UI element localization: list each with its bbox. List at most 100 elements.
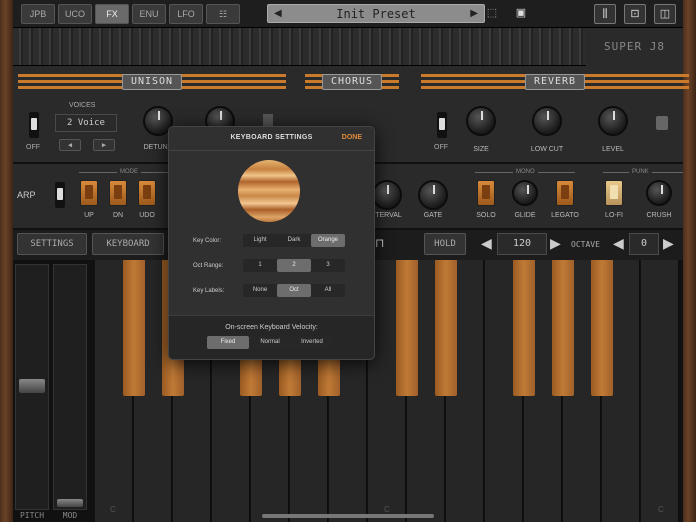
velocity-segmented: Fixed Normal Inverted — [207, 336, 333, 349]
key-labels-oct[interactable]: Oct — [277, 284, 311, 297]
keyboard-settings-modal: KEYBOARD SETTINGS DONE Key Color: Light … — [168, 126, 375, 360]
arp-toggle[interactable] — [55, 182, 65, 208]
reverb-level-knob[interactable] — [598, 106, 628, 136]
lofi-label: LO-FI — [605, 212, 623, 219]
voices-down-button[interactable]: ◀ — [59, 139, 81, 151]
velocity-fixed[interactable]: Fixed — [207, 336, 249, 349]
preset-next-icon[interactable]: ▶ — [470, 8, 478, 19]
jupiter-planet-image — [238, 160, 300, 222]
black-key[interactable] — [513, 260, 535, 396]
hold-button[interactable]: HOLD — [424, 233, 466, 255]
key-color-light[interactable]: Light — [243, 234, 277, 247]
solo-label: SOLO — [476, 212, 496, 219]
tempo-display[interactable]: 120 — [497, 233, 547, 255]
oct-range-segmented: 1 2 3 — [243, 259, 345, 272]
mod-wheel[interactable] — [53, 264, 87, 510]
tab-jpb[interactable]: JPB — [21, 4, 55, 24]
c-label: C — [384, 505, 390, 514]
window-icon[interactable]: ◫ — [654, 4, 676, 24]
lofi-button[interactable] — [605, 180, 623, 206]
reverb-lowcut-label: LOW CUT — [530, 146, 564, 153]
sustain-icon[interactable]: ⊓ — [375, 236, 384, 250]
octave-up-icon[interactable]: ▶ — [663, 235, 674, 252]
home-indicator — [262, 514, 434, 518]
oct-range-label: Oct Range: — [193, 263, 224, 269]
mixer-icon[interactable]: ⫼ — [594, 4, 616, 24]
reverb-title: REVERB — [524, 74, 586, 90]
reverb-lowcut-knob[interactable] — [532, 106, 562, 136]
ribbon-strip[interactable] — [13, 28, 586, 66]
oct-range-3[interactable]: 3 — [311, 259, 345, 272]
save-icon[interactable]: ▣ — [510, 4, 532, 24]
arp-up-button[interactable] — [80, 180, 98, 206]
arp-interval-knob[interactable] — [372, 180, 402, 210]
reverb-level-label: LEVEL — [602, 146, 624, 153]
white-key[interactable] — [641, 260, 679, 522]
preset-selector[interactable]: ◀ Init Preset ▶ — [267, 4, 485, 23]
done-button[interactable]: DONE — [342, 134, 362, 141]
crush-knob[interactable] — [646, 180, 672, 206]
black-key[interactable] — [552, 260, 574, 396]
mod-wheel-cap[interactable] — [57, 499, 83, 507]
chorus-title: CHORUS — [321, 74, 383, 90]
key-labels-all[interactable]: All — [311, 284, 345, 297]
key-color-dark[interactable]: Dark — [277, 234, 311, 247]
preset-name: Init Preset — [336, 7, 416, 21]
tempo-up-icon[interactable]: ▶ — [550, 235, 561, 252]
solo-button[interactable] — [477, 180, 495, 206]
velocity-inverted[interactable]: Inverted — [291, 336, 333, 349]
tab-enu[interactable]: ENU — [132, 4, 166, 24]
randomize-dice-icon[interactable]: ⬚ — [481, 4, 503, 24]
voices-up-button[interactable]: ▶ — [93, 139, 115, 151]
pitch-wheel-cap[interactable] — [19, 379, 45, 393]
c-label: C — [658, 505, 664, 514]
oct-range-2[interactable]: 2 — [277, 259, 311, 272]
voices-label: VOICES — [69, 102, 96, 109]
reverb-size-knob[interactable] — [466, 106, 496, 136]
key-color-label: Key Color: — [193, 238, 222, 244]
black-key[interactable] — [396, 260, 418, 396]
pitch-label: PITCH — [19, 511, 45, 520]
key-color-orange[interactable]: Orange — [311, 234, 345, 247]
velocity-normal[interactable]: Normal — [249, 336, 291, 349]
pitch-wheel[interactable] — [15, 264, 49, 510]
chorus-header: CHORUS — [305, 74, 399, 90]
key-labels-label: Key Labels: — [193, 288, 225, 294]
legato-button[interactable] — [556, 180, 574, 206]
mod-label: MOD — [62, 511, 78, 520]
legato-label: LEGATO — [551, 212, 579, 219]
reverb-off-label: OFF — [434, 144, 448, 151]
sequencer-grid-icon[interactable]: ☷ — [206, 4, 240, 24]
tempo-down-icon[interactable]: ◀ — [481, 235, 492, 252]
glide-knob[interactable] — [512, 180, 538, 206]
settings-button[interactable]: SETTINGS — [17, 233, 87, 255]
key-labels-segmented: None Oct All — [243, 284, 345, 297]
black-key[interactable] — [435, 260, 457, 396]
arp-updown-button[interactable] — [138, 180, 156, 206]
black-key[interactable] — [123, 260, 145, 396]
velocity-label: On-screen Keyboard Velocity: — [225, 324, 318, 331]
logo: SUPER J8 — [586, 28, 683, 66]
tab-lfo[interactable]: LFO — [169, 4, 203, 24]
arp-gate-label: GATE — [423, 212, 443, 219]
arp-gate-knob[interactable] — [418, 180, 448, 210]
reverb-switch[interactable] — [656, 116, 668, 130]
octave-label: OCTAVE — [571, 240, 600, 249]
reverb-header: REVERB — [421, 74, 689, 90]
keyboard-button[interactable]: KEYBOARD — [92, 233, 164, 255]
record-icon[interactable]: ⊡ — [624, 4, 646, 24]
top-toolbar: JPB UCO FX ENU LFO ☷ ◀ Init Preset ▶ ⬚ ▣… — [13, 0, 683, 28]
black-key[interactable] — [591, 260, 613, 396]
reverb-toggle[interactable] — [437, 112, 447, 138]
reverb-size-label: SIZE — [473, 146, 489, 153]
oct-range-1[interactable]: 1 — [243, 259, 277, 272]
wood-panel-left — [0, 0, 13, 522]
arp-down-button[interactable] — [109, 180, 127, 206]
mono-label: MONO — [513, 169, 538, 175]
unison-toggle[interactable] — [29, 112, 39, 138]
octave-down-icon[interactable]: ◀ — [613, 235, 624, 252]
tab-fx[interactable]: FX — [95, 4, 129, 24]
tab-uco[interactable]: UCO — [58, 4, 92, 24]
key-labels-none[interactable]: None — [243, 284, 277, 297]
c-label: C — [110, 505, 116, 514]
